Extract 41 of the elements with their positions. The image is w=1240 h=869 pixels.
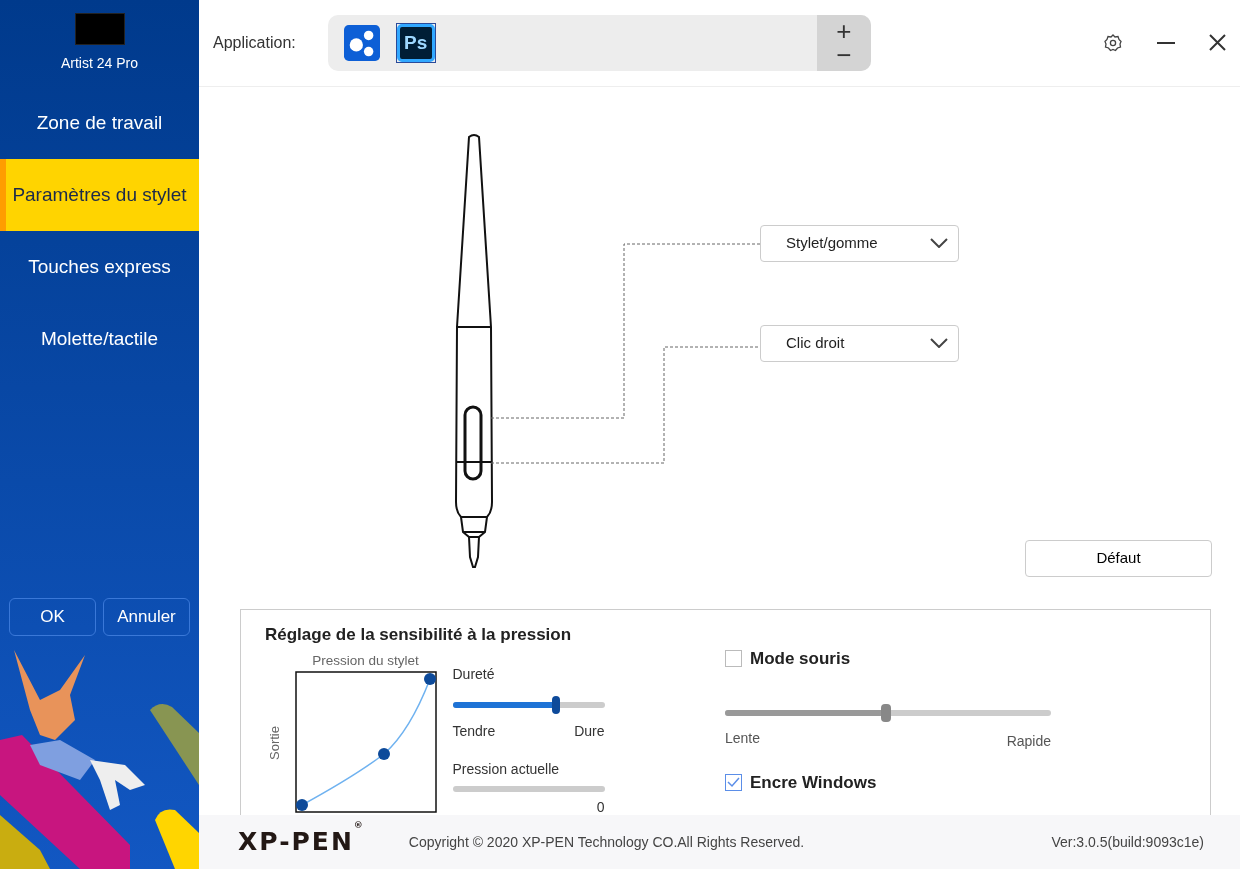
slider-thumb[interactable]	[551, 695, 560, 714]
sidebar-item[interactable]: Molette/tactile	[0, 303, 199, 375]
pen-button-dropdown[interactable]: Clic droit	[760, 324, 959, 362]
default-button[interactable]: Défaut	[1025, 539, 1212, 577]
remove-button[interactable]: −	[830, 42, 858, 67]
slider-min-label: Tendre	[452, 721, 496, 741]
slider-max-label: Rapide	[1006, 731, 1051, 751]
chevron-down-icon	[930, 238, 948, 249]
checkbox-label: Encre Windows	[750, 771, 877, 794]
pen-button-dropdown[interactable]: Stylet/gomme	[760, 224, 959, 262]
checkbox[interactable]	[725, 773, 742, 791]
section-title: Réglage de la sensibilité à la pression	[265, 624, 573, 647]
meter-label: Pression actuelle	[452, 759, 561, 779]
version-text: Ver:3.0.5(build:9093c1e)	[1051, 832, 1204, 852]
sidebar-item[interactable]: Paramètres du stylet	[0, 159, 199, 231]
slider-max-label: Dure	[574, 721, 605, 741]
all-apps-icon	[343, 23, 380, 62]
copyright-text: Copyright © 2020 XP-PEN Technology CO.All Rights Reserved.	[408, 832, 805, 852]
speed-slider[interactable]	[725, 703, 1051, 722]
checkbox-label: Mode souris	[750, 648, 851, 671]
dialog-button[interactable]: OK	[9, 598, 96, 636]
application-tile[interactable]	[341, 22, 382, 63]
slider-label: Dureté	[452, 664, 496, 684]
dialog-button[interactable]: Annuler	[103, 598, 190, 636]
application-tile[interactable]: Ps	[395, 22, 436, 63]
sidebar-item[interactable]: Zone de travail	[0, 87, 199, 159]
chevron-down-icon	[930, 338, 948, 349]
axis-label: Sortie	[266, 725, 283, 760]
add-button[interactable]: +	[830, 18, 858, 43]
checkbox[interactable]	[725, 650, 742, 668]
meter-reading: 0	[596, 797, 605, 817]
hardness-slider[interactable]	[452, 695, 605, 714]
slider-thumb[interactable]	[880, 703, 891, 722]
curve-title: Pression du stylet	[312, 651, 419, 670]
tablet-icon	[74, 13, 125, 45]
sidebar-item[interactable]: Touches express	[0, 231, 199, 303]
close-icon[interactable]	[1209, 34, 1226, 52]
settings-icon[interactable]	[1103, 32, 1123, 53]
device-name: Artist 24 Pro	[61, 54, 138, 73]
slider-min-label: Lente	[725, 728, 761, 748]
application-label: Application:	[213, 32, 296, 53]
